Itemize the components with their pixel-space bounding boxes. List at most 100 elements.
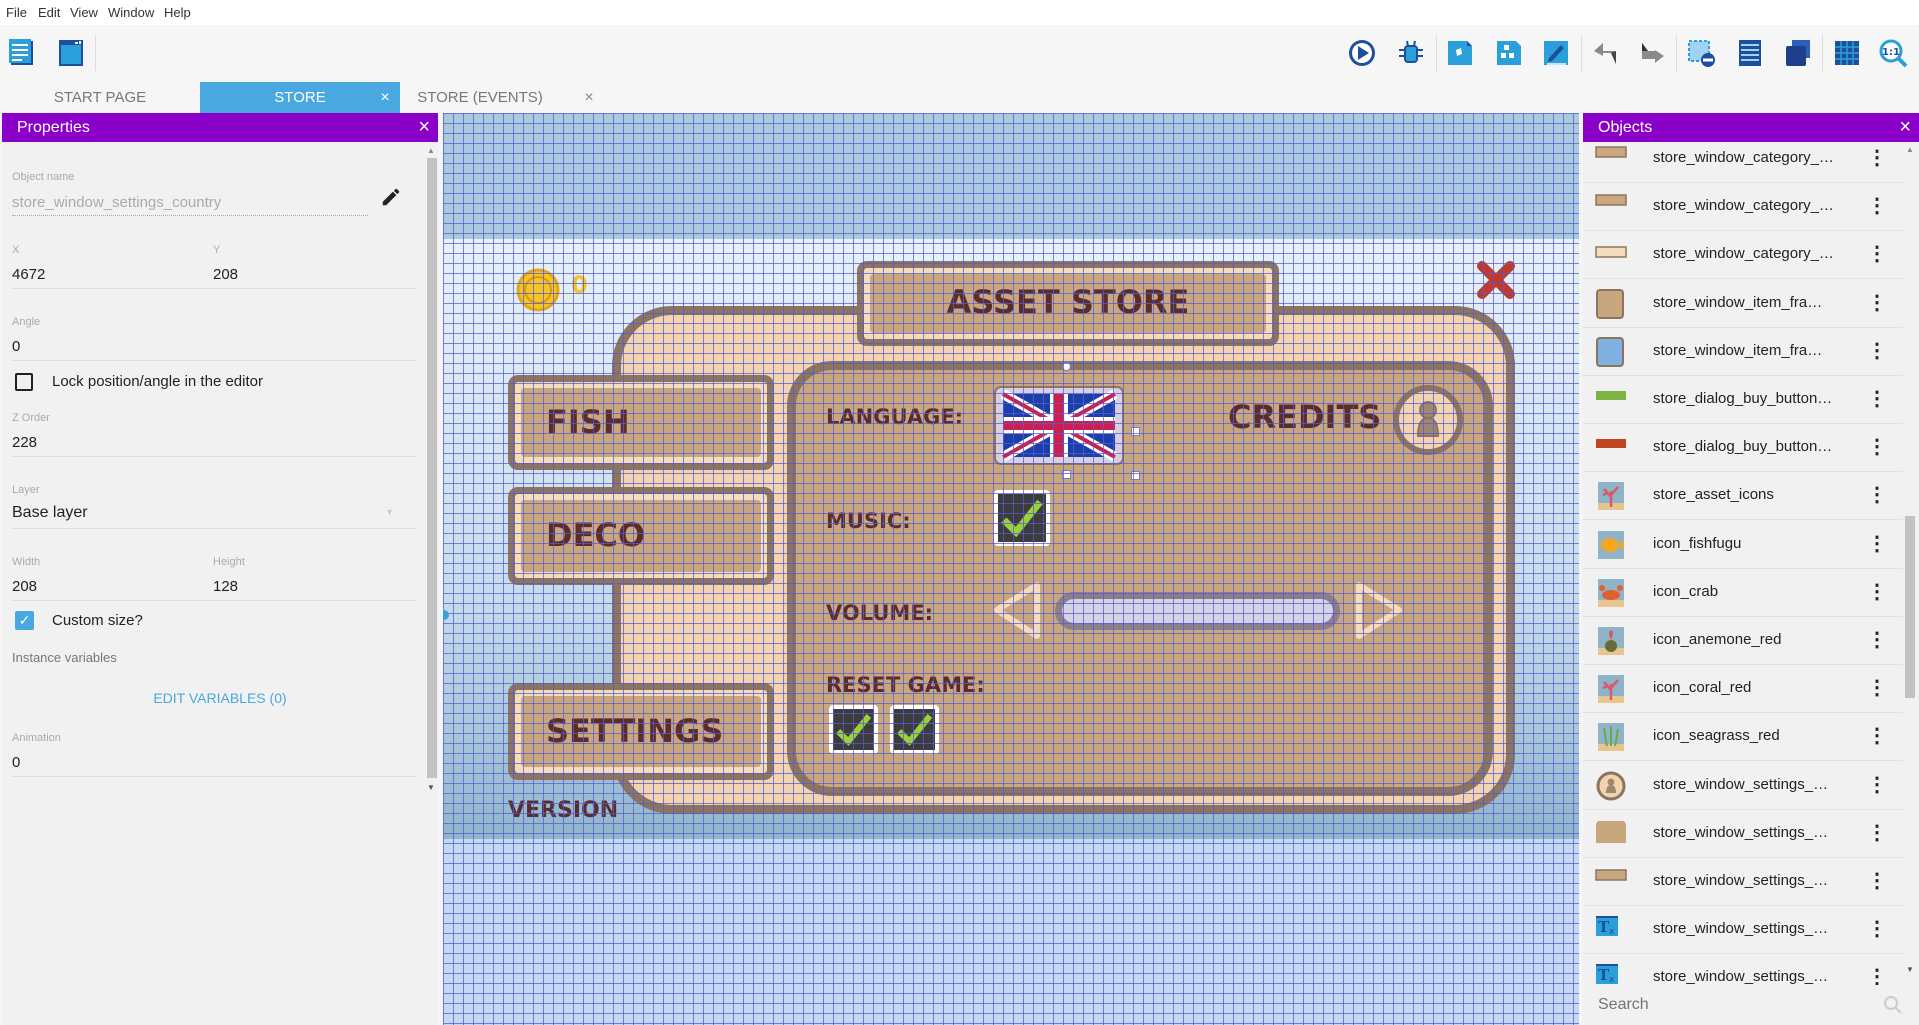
close-panel-icon[interactable]: × bbox=[418, 113, 430, 142]
scroll-up-icon[interactable]: ▲ bbox=[427, 146, 435, 155]
redo-icon[interactable] bbox=[1637, 38, 1667, 68]
rotate-handle[interactable] bbox=[1062, 362, 1071, 371]
tab-store-events[interactable]: STORE (EVENTS) × bbox=[400, 82, 600, 113]
close-panel-icon[interactable]: × bbox=[1899, 113, 1911, 142]
more-options-icon[interactable]: ⋮ bbox=[1867, 338, 1887, 363]
object-list-item[interactable]: Tx store_window_settings_… ⋮ bbox=[1583, 954, 1903, 985]
object-name-field[interactable]: store_window_settings_country bbox=[12, 194, 221, 211]
objects-scrollbar[interactable] bbox=[1905, 516, 1915, 698]
more-options-icon[interactable]: ⋮ bbox=[1867, 868, 1887, 893]
zoom-reset-icon[interactable]: 1:1 bbox=[1878, 38, 1908, 68]
more-options-icon[interactable]: ⋮ bbox=[1867, 434, 1887, 459]
debug-icon[interactable] bbox=[1396, 38, 1426, 68]
angle-field[interactable]: 0 bbox=[12, 338, 20, 355]
properties-scrollbar[interactable] bbox=[427, 158, 437, 778]
scroll-up-icon[interactable]: ▲ bbox=[1906, 145, 1914, 154]
object-list-item[interactable]: store_window_settings_… ⋮ bbox=[1583, 858, 1903, 906]
animation-field[interactable]: 0 bbox=[12, 754, 20, 771]
scroll-down-icon[interactable]: ▼ bbox=[1906, 965, 1914, 974]
layers-icon[interactable] bbox=[1783, 38, 1813, 68]
search-input[interactable] bbox=[1598, 993, 1868, 1017]
menu-view[interactable]: View bbox=[70, 5, 98, 20]
x-field[interactable]: 4672 bbox=[12, 266, 45, 283]
z-order-field[interactable]: 228 bbox=[12, 434, 37, 451]
dropdown-arrow-icon[interactable]: ▼ bbox=[385, 507, 394, 517]
more-options-icon[interactable]: ⋮ bbox=[1867, 820, 1887, 845]
object-list-item[interactable]: store_window_category_… ⋮ bbox=[1583, 231, 1903, 280]
more-options-icon[interactable]: ⋮ bbox=[1867, 482, 1887, 507]
object-list-item[interactable]: store_asset_icons ⋮ bbox=[1583, 472, 1903, 521]
close-store-icon[interactable] bbox=[1475, 259, 1517, 301]
more-options-icon[interactable]: ⋮ bbox=[1867, 386, 1887, 411]
delete-selection-icon[interactable] bbox=[1686, 38, 1716, 68]
object-list-item[interactable]: store_window_category_… ⋮ bbox=[1583, 142, 1903, 183]
scroll-down-icon[interactable]: ▼ bbox=[427, 783, 435, 792]
tab-store[interactable]: STORE × bbox=[200, 82, 400, 113]
more-options-icon[interactable]: ⋮ bbox=[1867, 193, 1887, 218]
menu-help[interactable]: Help bbox=[164, 5, 191, 20]
reset-confirm-checkbox-2[interactable] bbox=[890, 705, 939, 754]
object-thumbnail-icon bbox=[1595, 146, 1627, 158]
object-list-item[interactable]: store_window_settings_… ⋮ bbox=[1583, 810, 1903, 858]
more-options-icon[interactable]: ⋮ bbox=[1867, 772, 1887, 797]
more-options-icon[interactable]: ⋮ bbox=[1867, 145, 1887, 170]
uk-flag-icon[interactable] bbox=[994, 386, 1124, 465]
object-list-item[interactable]: store_window_settings_… ⋮ bbox=[1583, 762, 1903, 810]
credits-icon[interactable] bbox=[1392, 384, 1464, 456]
resize-handle-right[interactable] bbox=[1131, 427, 1140, 436]
more-options-icon[interactable]: ⋮ bbox=[1867, 241, 1887, 266]
instances-list-icon[interactable] bbox=[1735, 38, 1765, 68]
object-list-item[interactable]: icon_crab ⋮ bbox=[1583, 569, 1903, 617]
more-options-icon[interactable]: ⋮ bbox=[1867, 675, 1887, 700]
object-groups-icon[interactable] bbox=[1494, 38, 1524, 68]
custom-size-checkbox[interactable]: ✓ bbox=[15, 611, 34, 630]
width-field[interactable]: 208 bbox=[12, 578, 37, 595]
preview-play-icon[interactable] bbox=[1347, 38, 1377, 68]
more-options-icon[interactable]: ⋮ bbox=[1867, 579, 1887, 604]
edit-pencil-icon[interactable] bbox=[380, 186, 402, 208]
objects-editor-icon[interactable] bbox=[1445, 38, 1475, 68]
scene-editor-icon[interactable] bbox=[56, 38, 86, 68]
search-icon[interactable] bbox=[1883, 995, 1903, 1015]
object-list-item[interactable]: Tx store_window_settings_… ⋮ bbox=[1583, 906, 1903, 955]
height-field[interactable]: 128 bbox=[213, 578, 238, 595]
close-tab-icon[interactable]: × bbox=[574, 82, 604, 113]
grid-icon[interactable] bbox=[1832, 38, 1862, 68]
close-tab-icon[interactable]: × bbox=[370, 82, 400, 113]
more-options-icon[interactable]: ⋮ bbox=[1867, 964, 1887, 985]
tab-label: STORE (EVENTS) bbox=[417, 89, 543, 106]
resize-handle-corner[interactable] bbox=[1131, 471, 1140, 480]
more-options-icon[interactable]: ⋮ bbox=[1867, 723, 1887, 748]
music-checkbox[interactable] bbox=[994, 490, 1050, 546]
object-list-item[interactable]: icon_anemone_red ⋮ bbox=[1583, 617, 1903, 665]
object-list-item[interactable]: icon_fishfugu ⋮ bbox=[1583, 521, 1903, 569]
reset-confirm-checkbox-1[interactable] bbox=[829, 705, 878, 754]
menu-file[interactable]: File bbox=[6, 5, 27, 20]
volume-slider[interactable] bbox=[1055, 592, 1340, 630]
edit-variables-button[interactable]: EDIT VARIABLES (0) bbox=[2, 690, 438, 706]
lock-checkbox[interactable] bbox=[15, 373, 33, 391]
y-field[interactable]: 208 bbox=[213, 266, 238, 283]
layer-select[interactable]: Base layer bbox=[12, 504, 88, 522]
volume-up-arrow-icon[interactable] bbox=[1353, 581, 1405, 640]
object-list-item[interactable]: store_window_category_… ⋮ bbox=[1583, 183, 1903, 232]
more-options-icon[interactable]: ⋮ bbox=[1867, 531, 1887, 556]
properties-editor-icon[interactable] bbox=[1541, 38, 1571, 68]
scene-canvas[interactable]: 0 Asset store Fish Deco Settings Version… bbox=[443, 113, 1579, 1025]
tab-start-page[interactable]: START PAGE bbox=[0, 82, 200, 113]
undo-icon[interactable] bbox=[1591, 38, 1621, 68]
object-list-item[interactable]: store_dialog_buy_button… ⋮ bbox=[1583, 424, 1903, 473]
object-list-item[interactable]: store_dialog_buy_button… ⋮ bbox=[1583, 376, 1903, 424]
menu-window[interactable]: Window bbox=[108, 5, 154, 20]
menu-edit[interactable]: Edit bbox=[38, 5, 60, 20]
more-options-icon[interactable]: ⋮ bbox=[1867, 627, 1887, 652]
object-list-item[interactable]: store_window_item_fra… ⋮ bbox=[1583, 328, 1903, 376]
more-options-icon[interactable]: ⋮ bbox=[1867, 916, 1887, 941]
object-list-item[interactable]: icon_seagrass_red ⋮ bbox=[1583, 713, 1903, 762]
more-options-icon[interactable]: ⋮ bbox=[1867, 290, 1887, 315]
object-list-item[interactable]: store_window_item_fra… ⋮ bbox=[1583, 280, 1903, 328]
volume-down-arrow-icon[interactable] bbox=[991, 581, 1043, 640]
object-list-item[interactable]: icon_coral_red ⋮ bbox=[1583, 665, 1903, 714]
project-manager-icon[interactable] bbox=[8, 38, 38, 68]
resize-handle-bottom[interactable] bbox=[1062, 470, 1071, 479]
